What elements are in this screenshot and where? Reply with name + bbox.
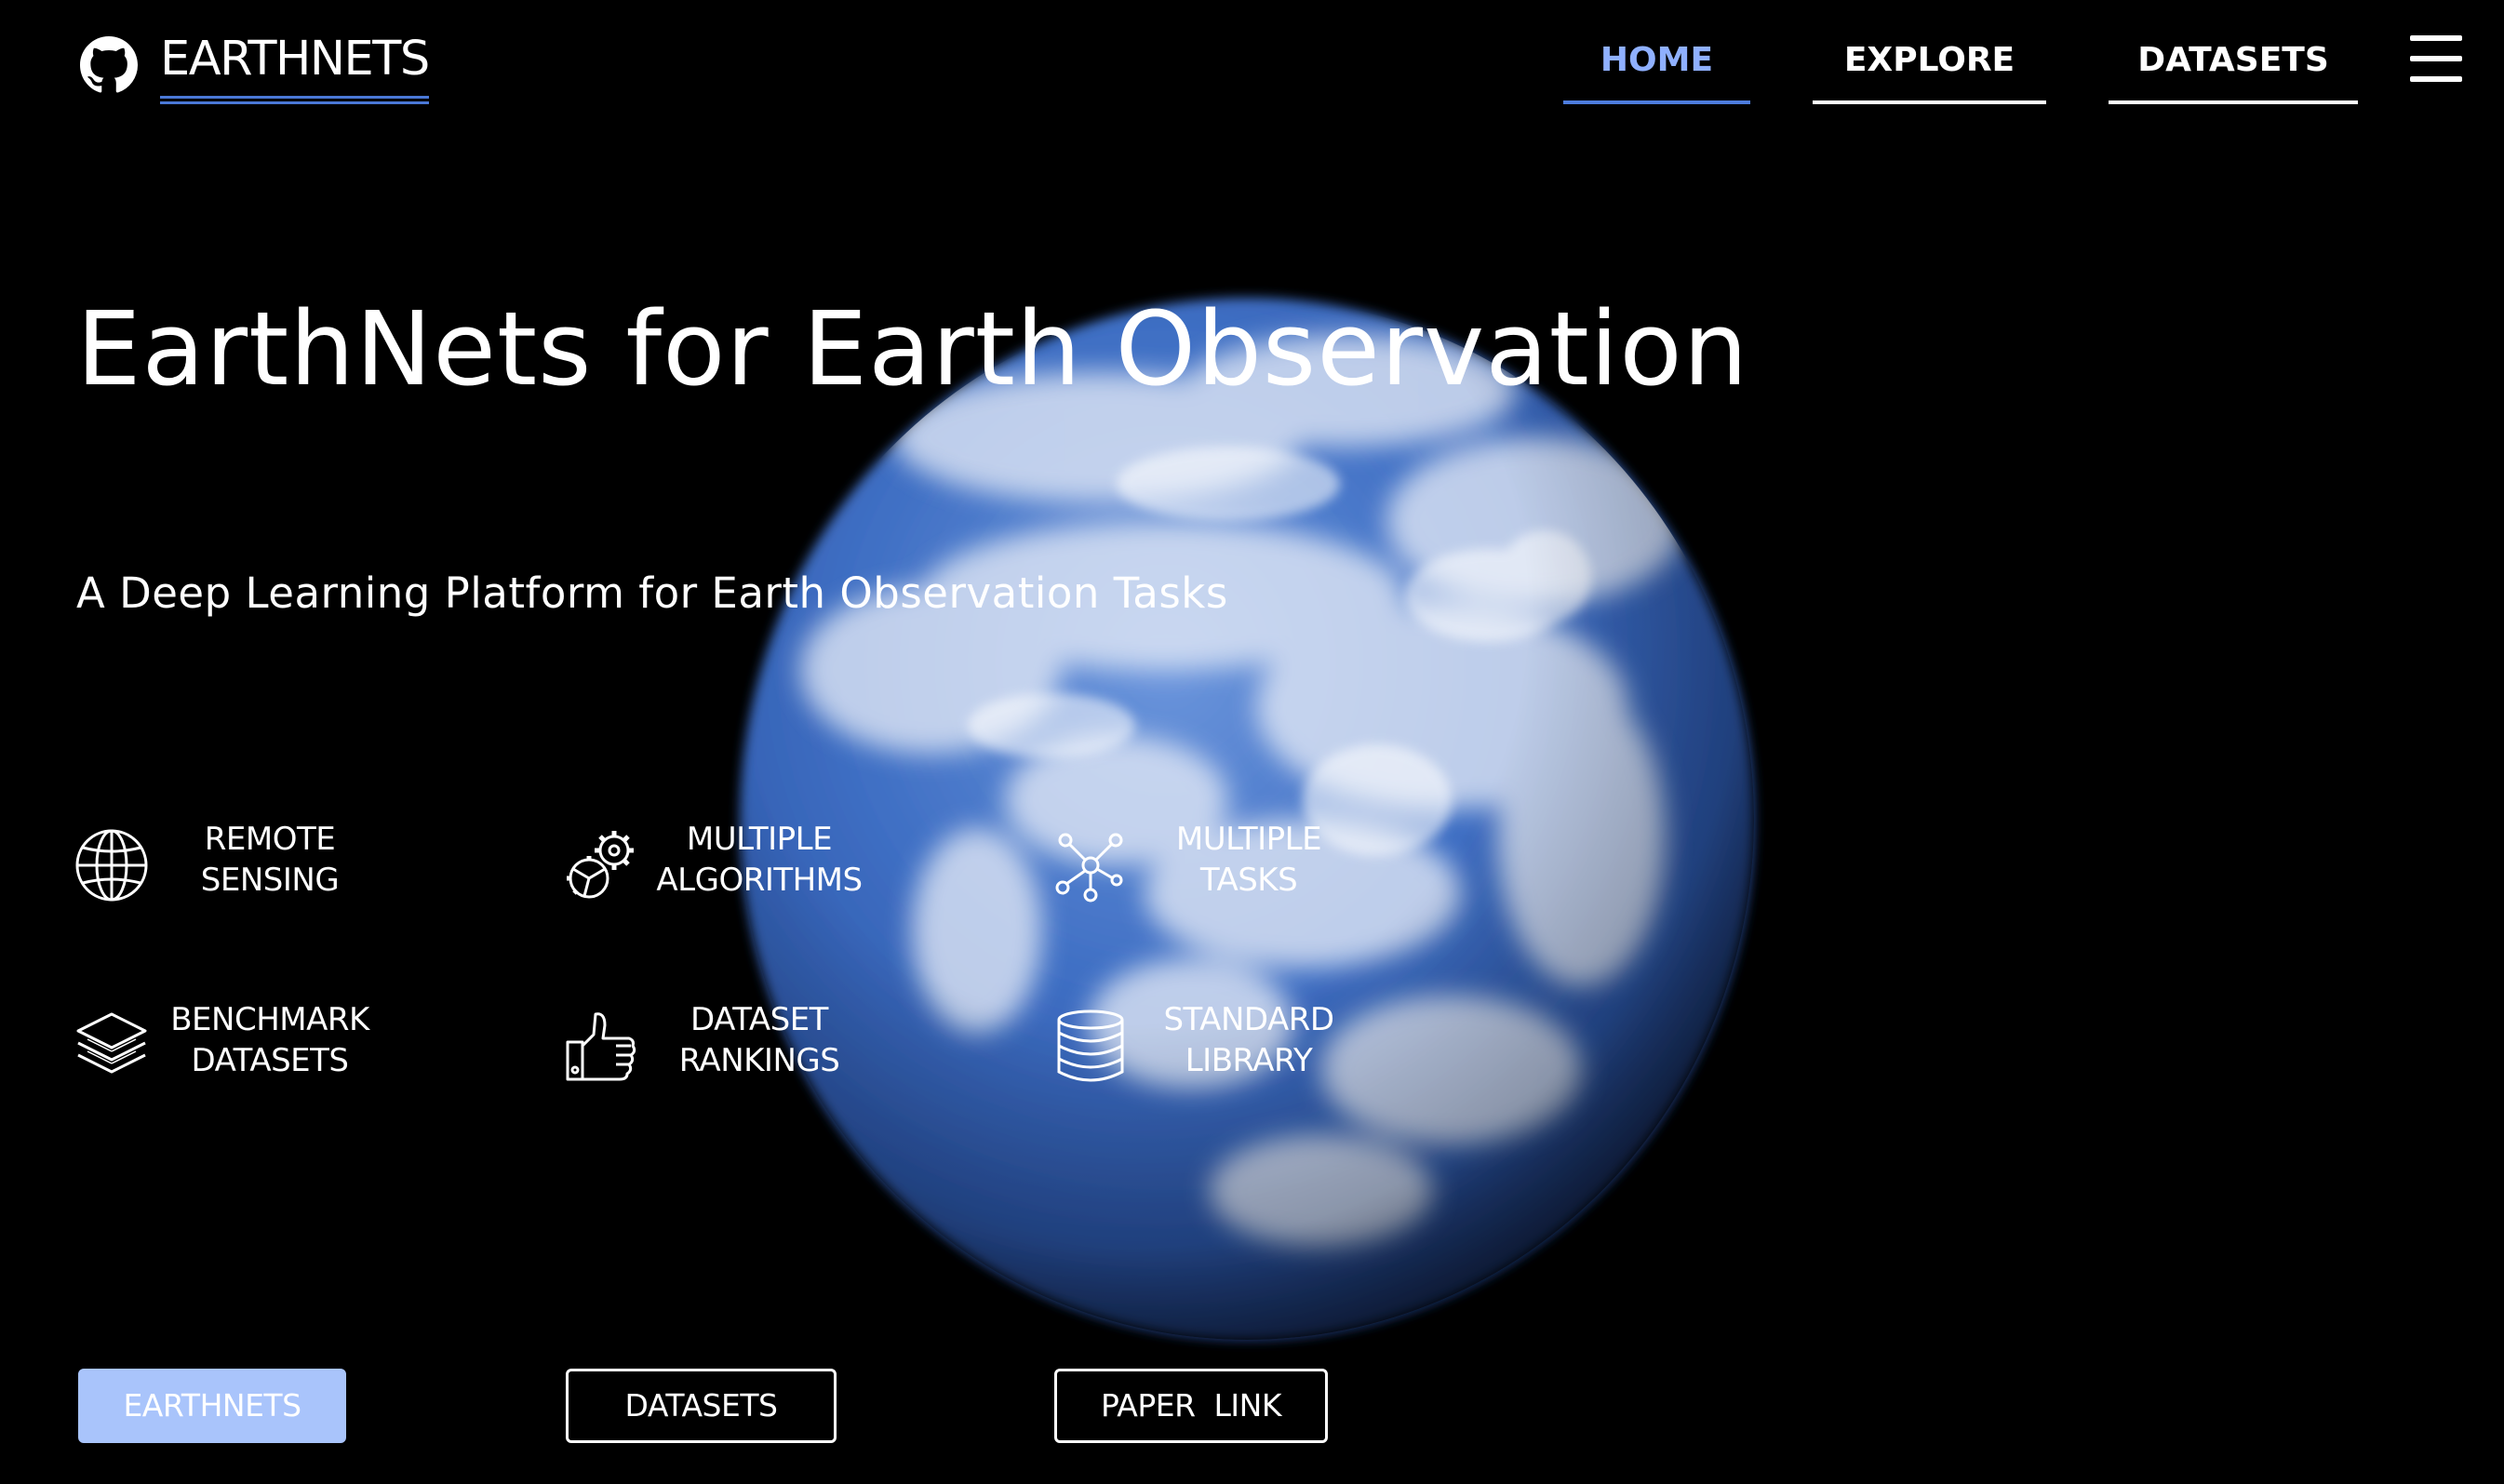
github-icon (80, 36, 138, 93)
network-icon (1055, 833, 1123, 902)
feature-standard-library: STANDARD LIBRARY (1053, 990, 1500, 1102)
brand-logo-link[interactable]: EARTHNETS (80, 32, 430, 106)
earth-globe-image (0, 0, 2504, 1484)
nav-home[interactable]: HOME (1563, 28, 1750, 104)
feature-label: DATASET RANKINGS (678, 1001, 840, 1079)
feature-multiple-algorithms: MULTIPLE ALGORITHMS (564, 809, 1011, 921)
nav-datasets[interactable]: DATASETS (2109, 28, 2358, 104)
database-icon (1057, 1009, 1124, 1082)
feature-multiple-tasks: MULTIPLE TASKS (1053, 809, 1500, 921)
feature-remote-sensing: REMOTE SENSING (74, 809, 521, 921)
gears-icon (567, 831, 634, 899)
page-subtitle: A Deep Learning Platform for Earth Obser… (76, 568, 1228, 618)
thumbs-up-icon (566, 1012, 636, 1081)
feature-label: MULTIPLE TASKS (1175, 821, 1322, 899)
page-title: EarthNets for Earth Observation (76, 289, 1749, 408)
nav-explore[interactable]: EXPLORE (1813, 28, 2046, 104)
feature-dataset-rankings: DATASET RANKINGS (564, 990, 1011, 1102)
feature-label: BENCHMARK DATASETS (170, 1001, 369, 1079)
feature-label: STANDARD LIBRARY (1163, 1001, 1334, 1079)
feature-benchmark-datasets: BENCHMARK DATASETS (74, 990, 521, 1102)
feature-label: REMOTE SENSING (200, 821, 340, 899)
globe-icon (75, 829, 148, 902)
brand-name: EARTHNETS (160, 32, 430, 104)
earthnets-button[interactable]: EARTHNETS (78, 1369, 346, 1443)
hamburger-menu-icon[interactable] (2410, 33, 2462, 84)
paper-link-button[interactable]: PAPER LINK (1054, 1369, 1328, 1443)
feature-label: MULTIPLE ALGORITHMS (656, 821, 863, 899)
layers-icon (76, 1012, 147, 1074)
datasets-button[interactable]: DATASETS (566, 1369, 837, 1443)
